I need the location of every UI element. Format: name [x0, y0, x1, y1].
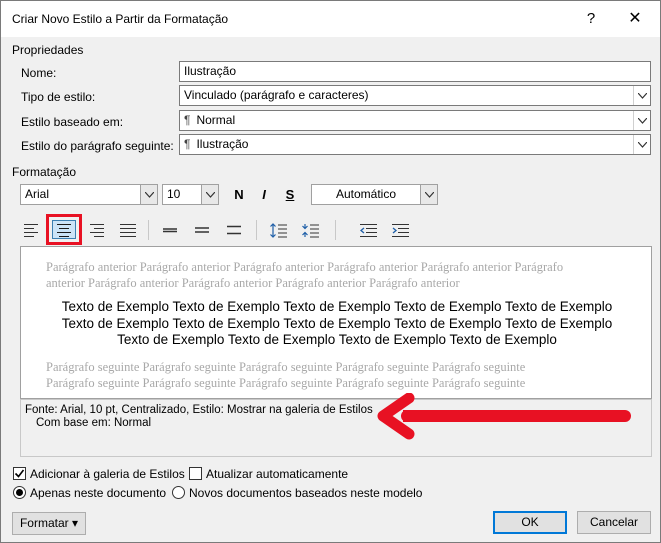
based-on-value: Normal — [196, 113, 236, 127]
chevron-down-icon[interactable] — [140, 185, 157, 204]
checkmark-icon — [14, 469, 25, 478]
align-left-button[interactable] — [19, 219, 45, 241]
font-color-value: Automático — [335, 187, 397, 201]
description-line-1: Fonte: Arial, 10 pt, Centralizado, Estil… — [25, 404, 373, 416]
underline-button[interactable]: S — [279, 184, 301, 206]
one-half-spacing-button[interactable] — [189, 219, 215, 241]
font-size-select[interactable]: 10 — [162, 184, 219, 205]
previous-paragraph-text: Parágrafo anterior Parágrafo anterior Pa… — [46, 259, 626, 291]
single-spacing-button[interactable] — [157, 219, 183, 241]
toolbar-separator — [148, 220, 149, 240]
ok-button[interactable]: OK — [493, 511, 567, 534]
pilcrow-icon: ¶ — [184, 113, 191, 127]
chevron-down-icon[interactable] — [633, 135, 650, 154]
preview-line: Texto de Exemplo Texto de Exemplo Texto … — [61, 299, 613, 314]
align-left-icon — [24, 224, 38, 237]
pilcrow-icon: ¶ — [184, 137, 191, 151]
format-menu-button[interactable]: Formatar ▾ — [12, 512, 86, 535]
format-button-label: Formatar — [19, 516, 69, 530]
help-button[interactable]: ? — [581, 9, 601, 29]
font-size-value: 10 — [167, 187, 181, 201]
close-button[interactable]: ✕ — [625, 9, 645, 29]
only-this-document-radio[interactable] — [13, 486, 26, 499]
decrease-indent-icon — [360, 224, 377, 237]
radio-selected-dot — [16, 489, 23, 496]
next-style-select[interactable]: ¶ Ilustração — [179, 134, 651, 155]
chevron-down-icon[interactable] — [633, 111, 650, 130]
style-type-select[interactable]: Vinculado (parágrafo e caracteres) — [179, 85, 651, 106]
preview-line: Texto de Exemplo Texto de Exemplo Texto … — [117, 332, 557, 347]
chevron-down-icon[interactable] — [201, 185, 218, 204]
formatting-section-label: Formatação — [12, 165, 77, 179]
highlight-box — [46, 214, 82, 245]
dialog-title: Criar Novo Estilo a Partir da Formatação — [12, 12, 229, 26]
font-value: Arial — [25, 187, 50, 201]
single-spacing-icon — [163, 228, 177, 233]
properties-section-label: Propriedades — [12, 43, 84, 57]
next-paragraph-text: Parágrafo seguinte Parágrafo seguinte Pa… — [46, 359, 626, 391]
chevron-down-icon[interactable] — [633, 86, 650, 105]
name-field[interactable]: Ilustração — [179, 61, 651, 82]
font-select[interactable]: Arial — [20, 184, 158, 205]
new-documents-radio[interactable] — [172, 486, 185, 499]
double-spacing-button[interactable] — [221, 219, 247, 241]
sample-text: Texto de Exemplo Texto de Exemplo Texto … — [31, 299, 643, 349]
double-spacing-icon — [227, 225, 241, 235]
italic-button[interactable]: I — [253, 184, 275, 206]
only-this-document-label[interactable]: Apenas neste documento — [30, 486, 166, 500]
bold-button[interactable]: N — [228, 184, 250, 206]
align-right-button[interactable] — [83, 219, 109, 241]
style-type-value: Vinculado (parágrafo e caracteres) — [184, 88, 369, 102]
style-preview: Parágrafo anterior Parágrafo anterior Pa… — [20, 246, 652, 399]
decrease-indent-button[interactable] — [355, 219, 381, 241]
increase-indent-button[interactable] — [387, 219, 413, 241]
preview-line: anterior Parágrafo anterior Parágrafo an… — [46, 276, 460, 290]
preview-line: Parágrafo seguinte Parágrafo seguinte Pa… — [46, 360, 526, 374]
toolbar-separator — [335, 220, 336, 240]
align-right-icon — [90, 224, 104, 237]
preview-line: Parágrafo seguinte Parágrafo seguinte Pa… — [46, 376, 526, 390]
next-style-label: Estilo do parágrafo seguinte: — [21, 139, 174, 153]
new-documents-label[interactable]: Novos documentos baseados neste modelo — [189, 486, 422, 500]
based-on-label: Estilo baseado em: — [21, 115, 124, 129]
red-arrow-icon — [377, 393, 631, 440]
toolbar-separator — [256, 220, 257, 240]
add-to-gallery-checkbox[interactable] — [13, 467, 26, 480]
auto-update-label[interactable]: Atualizar automaticamente — [206, 467, 348, 481]
caret-down-icon: ▾ — [72, 516, 79, 530]
description-line-2: Com base em: Normal — [36, 417, 152, 429]
create-style-dialog: Criar Novo Estilo a Partir da Formatação… — [0, 0, 661, 543]
increase-paragraph-spacing-button[interactable] — [265, 219, 291, 241]
next-style-value: Ilustração — [196, 137, 249, 151]
auto-update-checkbox[interactable] — [189, 467, 202, 480]
one-half-spacing-icon — [195, 227, 209, 233]
title-bar: Criar Novo Estilo a Partir da Formatação… — [1, 1, 660, 37]
based-on-select[interactable]: ¶ Normal — [179, 110, 651, 131]
style-type-label: Tipo de estilo: — [21, 90, 96, 104]
increase-indent-icon — [392, 224, 409, 237]
preview-line: Parágrafo anterior Parágrafo anterior Pa… — [46, 260, 564, 274]
font-color-select[interactable]: Automático — [311, 184, 438, 205]
decrease-paragraph-spacing-button[interactable] — [297, 219, 323, 241]
name-label: Nome: — [21, 66, 57, 80]
add-to-gallery-label[interactable]: Adicionar à galeria de Estilos — [30, 467, 185, 481]
increase-spacing-icon — [270, 223, 287, 238]
preview-line: Texto de Exemplo Texto de Exemplo Texto … — [61, 315, 613, 331]
justify-icon — [120, 224, 136, 237]
justify-button[interactable] — [115, 219, 141, 241]
chevron-down-icon[interactable] — [420, 185, 437, 204]
decrease-spacing-icon — [302, 224, 319, 238]
cancel-button[interactable]: Cancelar — [577, 511, 651, 534]
